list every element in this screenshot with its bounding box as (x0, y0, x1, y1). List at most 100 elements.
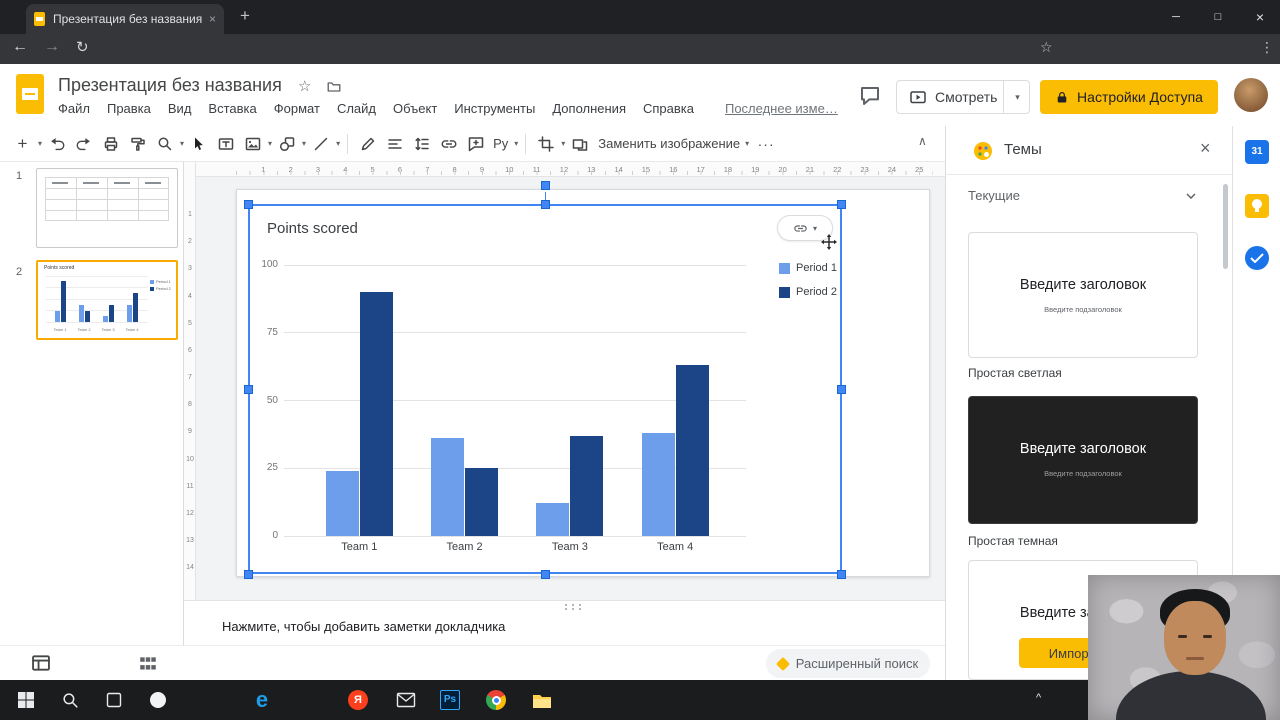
ruler-number: 3 (188, 265, 192, 273)
doc-title[interactable]: Презентация без названия (58, 75, 282, 96)
yandex-browser-icon[interactable]: Я (336, 680, 380, 720)
chart-object[interactable]: Points scored 0 25 50 75 100 Team 1 Team 2 Team… (248, 204, 842, 574)
ruler-number: 19 (751, 165, 760, 174)
format-extension-button[interactable]: Py (490, 131, 511, 157)
explore-button[interactable]: Расширенный поиск (766, 649, 930, 678)
caret-down-icon[interactable]: ▾ (38, 139, 42, 148)
zoom-button[interactable] (152, 131, 177, 157)
task-view-icon[interactable] (92, 680, 136, 720)
forward-icon[interactable]: → (44, 38, 60, 56)
print-button[interactable] (98, 131, 123, 157)
theme-card-light[interactable]: Введите заголовок Введите подзаголовок (968, 232, 1198, 358)
start-button[interactable] (4, 680, 48, 720)
menu-insert[interactable]: Вставка (208, 101, 256, 116)
last-edit-link[interactable]: Последнее изме… (725, 101, 838, 116)
crop-button[interactable] (533, 131, 558, 157)
menu-object[interactable]: Объект (393, 101, 437, 116)
text-box-button[interactable] (213, 131, 238, 157)
replace-image-button[interactable]: Заменить изображение ▾ (598, 136, 749, 151)
tab-close-icon[interactable]: × (209, 12, 216, 26)
add-comment-button[interactable] (463, 131, 488, 157)
undo-button[interactable] (44, 131, 69, 157)
menu-tools[interactable]: Инструменты (454, 101, 535, 116)
menu-addons[interactable]: Дополнения (552, 101, 626, 116)
window-minimize-button[interactable]: ─ (1156, 0, 1196, 34)
window-maximize-button[interactable]: □ (1198, 0, 1238, 34)
resize-handle-se[interactable] (837, 570, 846, 579)
bookmark-star-icon[interactable]: ☆ (1040, 39, 1053, 56)
new-slide-button[interactable]: + (10, 131, 35, 157)
chrome-icon[interactable] (474, 680, 518, 720)
line-spacing-button[interactable] (409, 131, 434, 157)
move-folder-icon[interactable] (326, 79, 342, 95)
browser-tab[interactable]: Презентация без названия - Go × (26, 4, 224, 34)
new-tab-button[interactable]: + (240, 6, 250, 26)
speaker-notes-area[interactable]: Нажмите, чтобы добавить заметки докладчи… (184, 600, 945, 645)
resize-handle-w[interactable] (244, 385, 253, 394)
window-close-button[interactable]: × (1240, 0, 1280, 34)
vertical-ruler[interactable]: 1 2 3 4 5 6 7 8 9 10 11 12 13 14 (184, 162, 196, 600)
menu-view[interactable]: Вид (168, 101, 192, 116)
mail-icon[interactable] (384, 680, 428, 720)
menu-file[interactable]: Файл (58, 101, 90, 116)
menu-format[interactable]: Формат (274, 101, 320, 116)
resize-handle-e[interactable] (837, 385, 846, 394)
insert-image-button[interactable] (240, 131, 265, 157)
browser-menu-kebab-icon[interactable]: ⋮ (1260, 39, 1274, 56)
rotation-handle[interactable] (541, 181, 550, 190)
taskbar-search-icon[interactable] (48, 680, 92, 720)
horizontal-ruler[interactable]: 1 2 3 4 5 6 7 8 9 10 11 12 13 14 15 16 17 18 19 20 21 22 23 24 2… (196, 162, 945, 177)
toolbar-more-button[interactable]: ··· (751, 131, 781, 157)
account-avatar[interactable] (1234, 78, 1268, 112)
insert-link-button[interactable] (436, 131, 461, 157)
caret-down-icon[interactable]: ▾ (336, 139, 340, 148)
share-button[interactable]: Настройки Доступа (1040, 80, 1218, 114)
pen-button[interactable] (355, 131, 380, 157)
select-tool-button[interactable] (186, 131, 211, 157)
caret-down-icon[interactable]: ▾ (561, 139, 565, 148)
cortana-icon[interactable] (136, 680, 180, 720)
chevron-down-icon[interactable] (1186, 193, 1196, 199)
tray-chevron-icon[interactable]: ^ (1036, 692, 1041, 704)
align-button[interactable] (382, 131, 407, 157)
caret-down-icon[interactable]: ▾ (514, 139, 518, 148)
resize-handle-s[interactable] (541, 570, 550, 579)
grid-view-button[interactable] (138, 654, 158, 677)
filmstrip-view-button[interactable] (30, 652, 52, 677)
collapse-menus-icon[interactable]: ∧ (918, 134, 927, 148)
notes-drag-handle[interactable] (562, 603, 584, 611)
comments-icon[interactable] (858, 84, 882, 108)
edge-icon[interactable]: e (240, 680, 284, 720)
caret-down-icon[interactable]: ▾ (268, 139, 272, 148)
menu-help[interactable]: Справка (643, 101, 694, 116)
paint-format-button[interactable] (125, 131, 150, 157)
keep-icon[interactable] (1245, 194, 1269, 218)
caret-down-icon[interactable]: ▾ (180, 139, 184, 148)
insert-line-button[interactable] (308, 131, 333, 157)
resize-handle-sw[interactable] (244, 570, 253, 579)
resize-handle-ne[interactable] (837, 200, 846, 209)
tasks-icon[interactable] (1245, 246, 1269, 270)
present-caret-icon[interactable]: ▾ (1003, 81, 1031, 113)
theme-card-dark[interactable]: Введите заголовок Введите подзаголовок (968, 396, 1198, 524)
resize-handle-n[interactable] (541, 200, 550, 209)
resize-handle-nw[interactable] (244, 200, 253, 209)
close-panel-icon[interactable]: × (1200, 138, 1211, 159)
replace-image-icon[interactable] (567, 131, 592, 157)
back-icon[interactable]: ← (12, 38, 28, 56)
menu-edit[interactable]: Правка (107, 101, 151, 116)
file-explorer-icon[interactable] (520, 680, 564, 720)
present-button[interactable]: Смотреть ▾ (896, 80, 1030, 114)
reload-icon[interactable]: ↻ (76, 38, 89, 56)
caret-down-icon[interactable]: ▾ (302, 139, 306, 148)
menu-slide[interactable]: Слайд (337, 101, 376, 116)
slide[interactable]: Points scored 0 25 50 75 100 Team 1 Team 2 Team… (236, 181, 930, 579)
redo-button[interactable] (71, 131, 96, 157)
calendar-icon[interactable]: 31 (1245, 140, 1269, 164)
slide-1-thumbnail[interactable] (36, 168, 178, 248)
slide-2-thumbnail-selected[interactable]: Points scored Team 1 Team 2 Team 3 Team 4 P… (36, 260, 178, 340)
photoshop-icon[interactable]: Ps (428, 680, 472, 720)
panel-scrollbar[interactable] (1223, 184, 1228, 269)
star-doc-icon[interactable]: ☆ (298, 77, 311, 95)
insert-shape-button[interactable] (274, 131, 299, 157)
